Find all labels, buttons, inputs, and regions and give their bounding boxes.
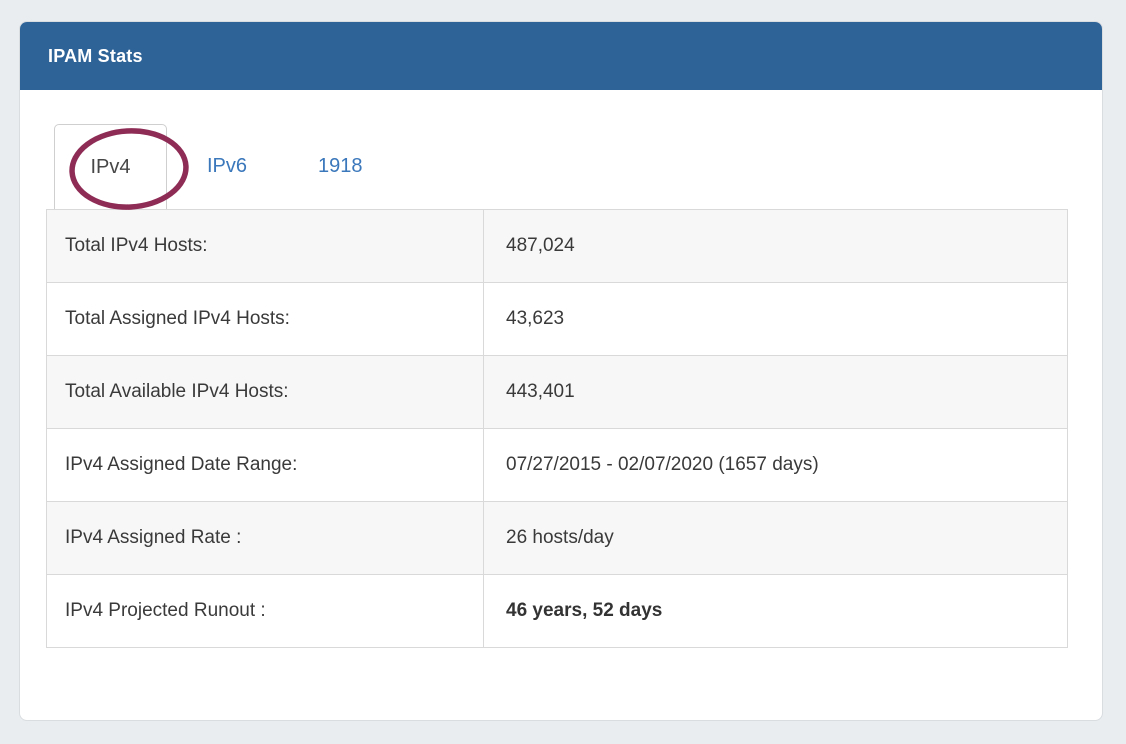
stat-value: 43,623 <box>484 283 1068 356</box>
table-row: Total Assigned IPv4 Hosts:43,623 <box>47 283 1068 356</box>
stat-label: Total Available IPv4 Hosts: <box>47 356 484 429</box>
tab-ipv6-label: IPv6 <box>207 155 247 178</box>
stat-value: 443,401 <box>484 356 1068 429</box>
panel-header: IPAM Stats <box>20 22 1102 90</box>
table-row: Total IPv4 Hosts:487,024 <box>47 210 1068 283</box>
table-row: IPv4 Assigned Rate :26 hosts/day <box>47 502 1068 575</box>
stat-value: 46 years, 52 days <box>484 575 1068 648</box>
tab-ipv6[interactable]: IPv6 <box>207 124 247 209</box>
stat-label: IPv4 Assigned Date Range: <box>47 429 484 502</box>
tab-1918[interactable]: 1918 <box>318 124 363 209</box>
stat-label: IPv4 Assigned Rate : <box>47 502 484 575</box>
tab-bar: IPv4 IPv6 1918 <box>54 124 1072 209</box>
panel-title: IPAM Stats <box>48 46 143 67</box>
stat-label: Total Assigned IPv4 Hosts: <box>47 283 484 356</box>
tab-ipv4[interactable]: IPv4 <box>54 124 167 209</box>
table-row: IPv4 Projected Runout :46 years, 52 days <box>47 575 1068 648</box>
stat-label: Total IPv4 Hosts: <box>47 210 484 283</box>
ipam-stats-panel: IPAM Stats IPv4 IPv6 1918 Total IPv4 Hos… <box>19 21 1103 721</box>
stats-table-body: Total IPv4 Hosts:487,024Total Assigned I… <box>47 210 1068 648</box>
stat-value: 26 hosts/day <box>484 502 1068 575</box>
table-row: Total Available IPv4 Hosts:443,401 <box>47 356 1068 429</box>
stat-value: 487,024 <box>484 210 1068 283</box>
tab-1918-label: 1918 <box>318 155 363 178</box>
stat-value: 07/27/2015 - 02/07/2020 (1657 days) <box>484 429 1068 502</box>
stat-label: IPv4 Projected Runout : <box>47 575 484 648</box>
tab-ipv4-label: IPv4 <box>90 156 130 179</box>
table-row: IPv4 Assigned Date Range:07/27/2015 - 02… <box>47 429 1068 502</box>
ipv4-stats-table: Total IPv4 Hosts:487,024Total Assigned I… <box>46 209 1068 648</box>
panel-body: IPv4 IPv6 1918 Total IPv4 Hosts:487,024T… <box>20 90 1102 648</box>
